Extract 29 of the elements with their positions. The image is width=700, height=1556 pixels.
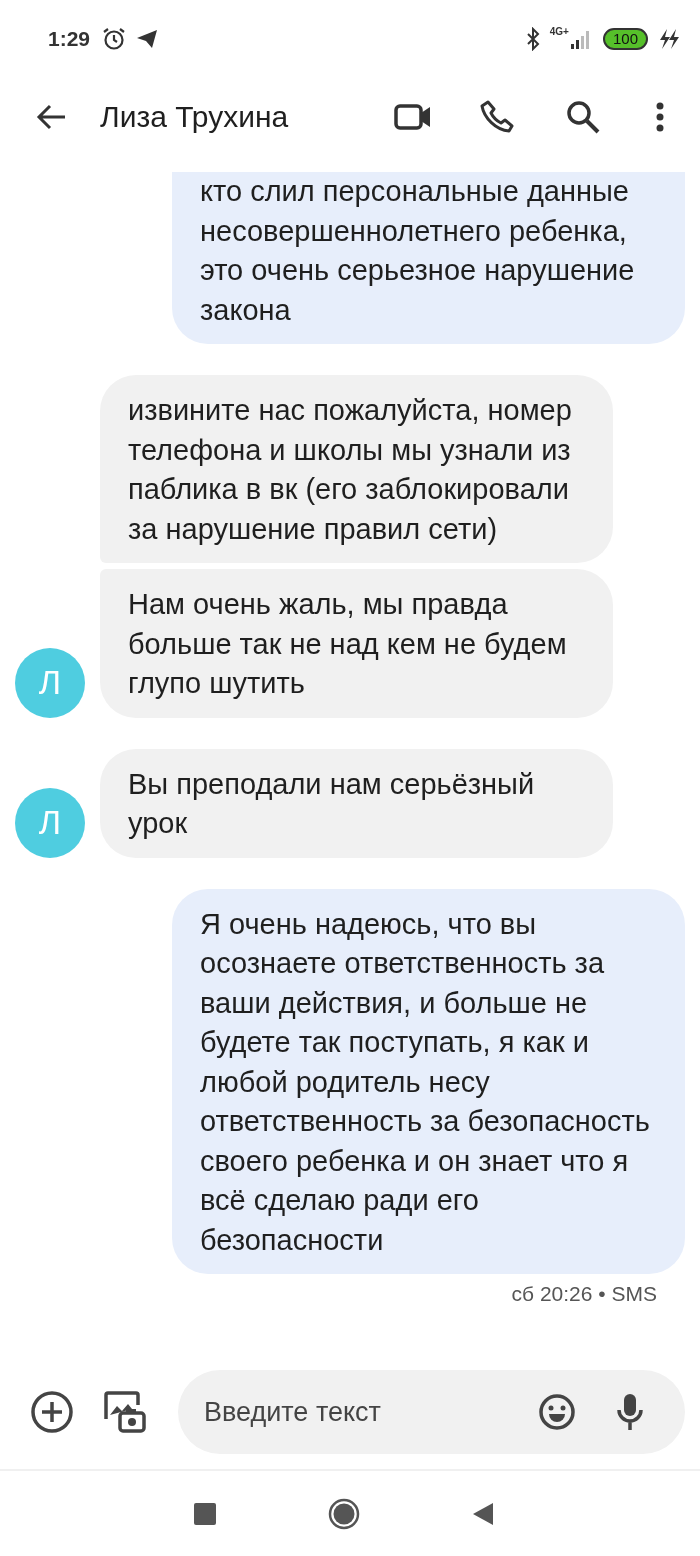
add-icon[interactable] [30, 1390, 74, 1434]
message-input-field[interactable]: Введите текст [178, 1370, 685, 1454]
status-time: 1:29 [48, 27, 91, 51]
back-arrow-icon[interactable] [36, 104, 66, 130]
alarm-clock-icon [102, 27, 127, 51]
contact-name: Лиза Трухина [100, 100, 289, 134]
message-bubble: Вы преподали нам серьёзный урок [100, 748, 613, 858]
paper-plane-icon [136, 29, 159, 49]
microphone-icon[interactable] [616, 1392, 644, 1432]
message-bubble: Я очень надеюсь, что вы осознаете ответственность за ваши действия, и больше не будете так поступать, я как и любой родитель несу ответственность за безопасность своего ребенка и он знает что я всё сделаю ради его безопасности [172, 888, 685, 1274]
contact-avatar: Л [15, 787, 85, 858]
emoji-icon[interactable] [538, 1393, 576, 1431]
message-bubble: извините нас пожалуйста, номер телефона и школы мы узнали из паблика в вк (его заблокировали за нарушение правил сети) [100, 375, 613, 563]
phone-icon[interactable] [480, 100, 514, 134]
video-camera-icon[interactable] [394, 103, 432, 131]
home-icon[interactable] [328, 1497, 360, 1530]
more-options-icon[interactable] [656, 102, 664, 132]
message-bubble: кто слил персональные данные несовершеннолетнего ребенка, это очень серьезное нарушение закона [172, 172, 685, 344]
contact-avatar: Л [15, 647, 85, 718]
charging-icon [658, 28, 680, 50]
message-bubble: Нам очень жаль, мы правда больше так не над кем не будем глупо шутить [100, 569, 613, 718]
recent-apps-icon[interactable] [194, 1502, 216, 1525]
search-icon[interactable] [566, 100, 600, 134]
network-type: 4G+ [549, 26, 569, 37]
battery-indicator: 100 [602, 28, 648, 50]
back-icon[interactable] [472, 1501, 494, 1526]
message-timestamp: сб 20:26 • SMS [511, 1282, 657, 1306]
bluetooth-icon [525, 27, 540, 51]
gallery-camera-icon[interactable] [102, 1389, 148, 1435]
